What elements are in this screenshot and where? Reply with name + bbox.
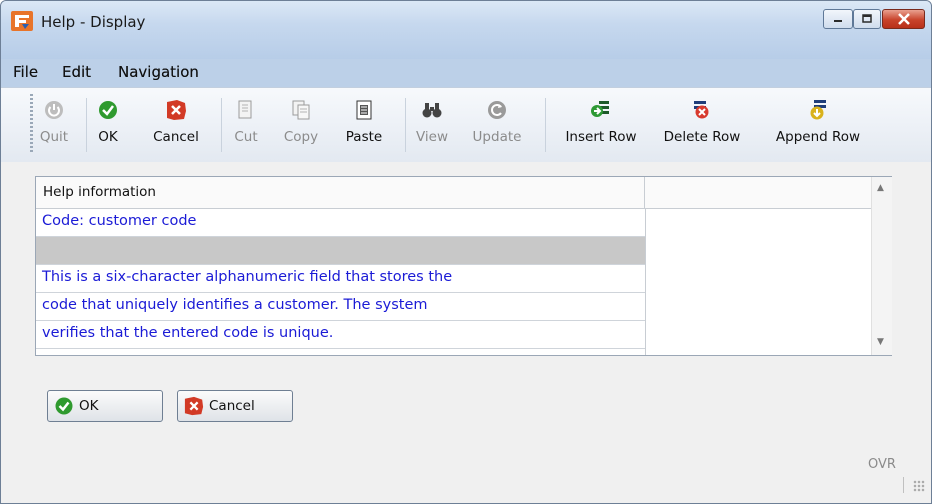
cut-label: Cut [234, 129, 258, 145]
checkmark-icon [91, 96, 125, 124]
cut-button[interactable]: Cut [229, 96, 263, 156]
menu-navigation-label[interactable]: Navigation [118, 63, 199, 81]
delete-row-icon [659, 96, 745, 124]
menu-bar-row: File Edit Navigation [1, 61, 931, 85]
scroll-up-icon[interactable]: ▲ [877, 183, 884, 193]
update-label: Update [472, 129, 522, 145]
paste-label: Paste [345, 129, 383, 145]
cancel-x-icon [147, 96, 205, 124]
status-separator [903, 477, 904, 493]
grid-cell: code that uniquely identifies a customer… [42, 297, 428, 313]
maximize-button[interactable] [853, 9, 881, 29]
grid-header-label: Help information [43, 184, 156, 200]
close-button[interactable] [882, 9, 925, 29]
toolbar-separator [545, 98, 546, 152]
menu-edit-label[interactable]: Edit [62, 63, 91, 81]
maximize-icon [854, 10, 880, 28]
vertical-scrollbar[interactable]: ▲ ▼ [871, 177, 892, 355]
toolbar-grip[interactable] [30, 94, 33, 154]
paste-icon [339, 96, 389, 124]
toolbar: Quit OK Cancel Cut Copy Paste View Updat… [1, 87, 931, 163]
column-divider [645, 209, 646, 355]
append-row-icon [769, 96, 867, 124]
table-row[interactable]: verifies that the entered code is unique… [36, 321, 645, 349]
append-row-button[interactable]: Append Row [769, 96, 867, 156]
ok-toolbar-button[interactable]: OK [91, 96, 125, 156]
copy-icon [279, 96, 323, 124]
menu-file-label[interactable]: File [13, 63, 38, 81]
copy-button[interactable]: Copy [279, 96, 323, 156]
cancel-button-label: Cancel [209, 398, 255, 414]
delete-row-button[interactable]: Delete Row [659, 96, 745, 156]
close-icon [883, 10, 924, 28]
quit-label: Quit [39, 129, 69, 145]
grid-header-empty-column[interactable] [645, 177, 871, 209]
help-grid[interactable]: Help information Code: customer code Thi… [35, 176, 892, 356]
insert-row-icon [556, 96, 646, 124]
ok-toolbar-label: OK [98, 129, 118, 145]
view-label: View [415, 129, 449, 145]
checkmark-icon [54, 396, 74, 416]
cut-icon [229, 96, 263, 124]
status-mode: OVR [868, 457, 896, 472]
update-button[interactable]: Update [467, 96, 527, 156]
grid-cell: Code: customer code [42, 213, 197, 229]
toolbar-separator [221, 98, 222, 152]
table-row[interactable]: Code: customer code [36, 209, 645, 237]
power-icon [37, 96, 71, 124]
binoculars-icon [413, 96, 451, 124]
content-area: Help information Code: customer code Thi… [1, 162, 931, 503]
ok-button-label: OK [79, 398, 99, 414]
help-display-window: Help - Display File Edit Navigation File… [0, 0, 932, 504]
app-icon [11, 11, 33, 31]
table-row-selected[interactable] [36, 237, 645, 265]
window-title: Help - Display [41, 13, 146, 31]
scroll-down-icon[interactable]: ▼ [877, 337, 884, 347]
cancel-button[interactable]: Cancel [177, 390, 293, 422]
copy-label: Copy [283, 129, 319, 145]
toolbar-separator [86, 98, 87, 152]
grid-cell: verifies that the entered code is unique… [42, 325, 334, 341]
ok-button[interactable]: OK [47, 390, 163, 422]
resize-grip-icon[interactable] [913, 480, 925, 492]
cancel-x-icon [184, 396, 204, 416]
insert-row-label: Insert Row [565, 129, 637, 145]
view-button[interactable]: View [413, 96, 451, 156]
append-row-label: Append Row [775, 129, 861, 145]
table-row[interactable]: code that uniquely identifies a customer… [36, 293, 645, 321]
cancel-toolbar-label: Cancel [153, 129, 199, 145]
minimize-button[interactable] [823, 9, 853, 29]
quit-button[interactable]: Quit [37, 96, 71, 156]
table-row[interactable]: This is a six-character alphanumeric fie… [36, 265, 645, 293]
title-bar[interactable]: Help - Display File Edit Navigation [1, 1, 931, 81]
paste-button[interactable]: Paste [339, 96, 389, 156]
cancel-toolbar-button[interactable]: Cancel [147, 96, 205, 156]
insert-row-button[interactable]: Insert Row [556, 96, 646, 156]
grid-cell: This is a six-character alphanumeric fie… [42, 269, 453, 285]
grid-header[interactable]: Help information [36, 177, 645, 209]
toolbar-separator [405, 98, 406, 152]
delete-row-label: Delete Row [663, 129, 741, 145]
refresh-icon [467, 96, 527, 124]
minimize-icon [824, 10, 852, 28]
